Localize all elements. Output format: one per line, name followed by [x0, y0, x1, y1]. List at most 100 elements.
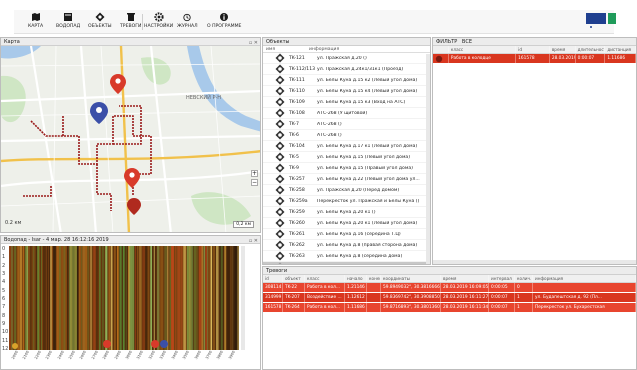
- filter-hscrollbar[interactable]: [433, 260, 636, 264]
- toolbar-waterfall-button[interactable]: ВОДОПАД: [56, 12, 80, 32]
- alarm-cell: Работа в кол...: [305, 303, 345, 312]
- alarms-column-header[interactable]: координаты: [381, 275, 441, 282]
- toolbar-alarms-button[interactable]: ТРЕВОГИ: [120, 12, 141, 32]
- object-info: ул. Белы Куна д.15 к3 (Вход на АТС): [317, 99, 406, 105]
- filter-column-header[interactable]: [433, 46, 449, 53]
- object-info: ул. Белы Куна д.15 (Левый угол дома): [317, 154, 411, 160]
- object-info: АТС-268 (У щитовой): [317, 110, 368, 116]
- alarm-cell: 59.8369742°, 30.3908850°: [383, 293, 441, 302]
- alarms-column-header[interactable]: объект: [283, 275, 305, 282]
- object-diamond-icon: [275, 86, 285, 96]
- filter-column-header[interactable]: id: [516, 46, 550, 53]
- object-row[interactable]: TK-262 ул. Белы Куна д.8 (правая сторона …: [263, 240, 430, 251]
- object-row[interactable]: TK-109 ул. Белы Куна д.15 к3 (Вход на АТС…: [263, 97, 430, 108]
- object-row[interactable]: TK-263 ул. Белы Куна д.8 (середина дома): [263, 251, 430, 262]
- object-row[interactable]: TK-104 ул. Белы Куна д.17 к1 (Левый угол …: [263, 141, 430, 152]
- filter-value[interactable]: ВСЕ: [462, 39, 472, 45]
- object-row[interactable]: TK-108 АТС-268 (У щитовой): [263, 108, 430, 119]
- toolbar-map-button[interactable]: КАРТА: [28, 12, 43, 32]
- object-row[interactable]: TK-5 ул. Белы Куна д.15 (Левый угол дома): [263, 152, 430, 163]
- toolbar-objects-button[interactable]: ОБЪЕКТЫ: [88, 12, 112, 32]
- map-canvas[interactable]: НЕВСКИЙ Р-Н: [1, 46, 261, 233]
- filter-column-header[interactable]: время: [550, 46, 576, 53]
- object-row[interactable]: TK-7 АТС-268 (): [263, 119, 430, 130]
- alarms-column-header[interactable]: id: [263, 275, 283, 282]
- object-info: Перекресток ул. Пражская и Белы Куна (): [317, 198, 420, 204]
- alarms-column-header[interactable]: время: [441, 275, 489, 282]
- alarm-cell: 0: [515, 283, 533, 292]
- alarm-row[interactable]: 314999 TK-207 Воздействие ... 1.12612 59.836…: [263, 293, 636, 303]
- alarms-icon: [126, 13, 135, 21]
- object-row[interactable]: TK-264Перекресток ул. Бухарестская и Бел…: [263, 262, 430, 264]
- filter-column-header[interactable]: дистанция: [605, 46, 636, 53]
- waterfall-y-tick: 1: [2, 254, 6, 261]
- waterfall-spectrogram[interactable]: [9, 246, 239, 350]
- filter-column-header[interactable]: класс: [449, 46, 517, 53]
- alarm-cell: TK-207: [283, 293, 305, 302]
- object-row[interactable]: TK-111 ул. Белы Куна д.15 к2 (Левый угол …: [263, 75, 430, 86]
- alarm-row[interactable]: 161578 TK-264 Работа в кол... 1.11686 59.871…: [263, 303, 636, 313]
- object-row[interactable]: TK-260 ул. Белы Куна д.20 к1 (Левый угол …: [263, 218, 430, 229]
- object-info: АТС-268 (): [317, 121, 342, 127]
- objects-table-header: имя информация: [263, 46, 430, 53]
- object-row[interactable]: TK-258 ул. Пражская д.20 (Перед домом): [263, 185, 430, 196]
- object-diamond-icon: [275, 64, 285, 74]
- map-panel: Карта ▫ ✕ НЕВСКИЙ Р-Н + − 0.2 км 0,2 км: [0, 37, 261, 233]
- objects-list: TK-121 ул. Пражская д.20 () TK-112/113 ул. …: [263, 53, 430, 264]
- object-code: TK-7: [289, 121, 299, 127]
- filter-row[interactable]: Работа в колодце 161578 28.03.2019 0:00:07 1…: [433, 54, 636, 64]
- panel-window-controls[interactable]: ▫ ✕: [249, 237, 258, 245]
- alarms-column-header[interactable]: интервал: [489, 275, 515, 282]
- filter-cell: 28.03.2019: [551, 54, 576, 63]
- alarms-title: Тревоги: [266, 268, 288, 274]
- waterfall-scrollbar[interactable]: [241, 246, 245, 350]
- object-code: TK-110: [289, 88, 305, 94]
- alarms-column-header[interactable]: начало: [345, 275, 367, 282]
- alarm-cell: 59.8949032°, 30.3816666°: [383, 283, 441, 292]
- toolbar-settings-button[interactable]: НАСТРОЙКИ: [144, 12, 173, 32]
- alarm-row[interactable]: 308114 TK-22 Работа в кол... 1.21146 59.8949…: [263, 283, 636, 293]
- object-code: TK-109: [289, 99, 305, 105]
- object-row[interactable]: TK-112/113 ул. Пражская д.24к1/31к1 (Прое…: [263, 64, 430, 75]
- object-code: TK-108: [289, 110, 305, 116]
- object-row[interactable]: TK-259a Перекресток ул. Пражская и Белы К…: [263, 196, 430, 207]
- object-row[interactable]: TK-257 ул. Белы Куна д.22 (Левый угол дом…: [263, 174, 430, 185]
- object-row[interactable]: TK-110 ул. Белы Куна д.15 к4 (Левый угол …: [263, 86, 430, 97]
- zoom-in-button[interactable]: +: [251, 170, 258, 177]
- object-diamond-icon: [275, 97, 285, 107]
- object-row[interactable]: TK-259 ул. Белы Куна д.20 к1 (): [263, 207, 430, 218]
- alarms-column-header[interactable]: класс: [305, 275, 345, 282]
- object-row[interactable]: TK-261 ул. Белы Куна д.16 (середина Т.Ц): [263, 229, 430, 240]
- object-info: ул. Белы Куна д.15 к4 (Левый угол дома): [317, 88, 418, 94]
- alarms-column-header[interactable]: информация: [533, 275, 636, 282]
- objects-col-info[interactable]: информация: [309, 46, 430, 52]
- object-code: TK-259: [289, 209, 305, 215]
- filter-column-header[interactable]: длительность: [576, 46, 606, 53]
- alarms-column-header[interactable]: конец: [367, 275, 381, 282]
- object-row[interactable]: TK-6 АТС-268 (): [263, 130, 430, 141]
- objects-col-name[interactable]: имя: [263, 46, 309, 52]
- alarms-panel: Тревоги id объект класс начало конец координа…: [262, 266, 637, 370]
- object-info: АТС-268 (): [317, 132, 342, 138]
- objects-scrollbar[interactable]: [426, 54, 430, 264]
- waterfall-x-tick: 2200: [33, 350, 42, 360]
- alarm-cell: Работа в кол...: [305, 283, 345, 292]
- object-row[interactable]: TK-121 ул. Пражская д.20 (): [263, 53, 430, 64]
- alarm-cell: Воздействие ...: [305, 293, 345, 302]
- alarm-cell: 28.03.2019 16:11:27: [443, 293, 489, 302]
- waterfall-event-marker-icon[interactable]: [12, 343, 18, 349]
- toolbar-about-button[interactable]: О ПРОГРАММЕ: [207, 12, 241, 32]
- filter-cell: 0:00:07: [576, 54, 606, 63]
- alarm-cell: 1: [515, 293, 533, 302]
- filter-cell: 161578: [516, 54, 550, 63]
- waterfall-event-marker-icon[interactable]: [151, 340, 159, 348]
- toolbar-journal-button[interactable]: ЖУРНАЛ: [177, 12, 198, 32]
- waterfall-event-marker-icon[interactable]: [160, 340, 168, 348]
- brand-logo-green: [608, 13, 616, 24]
- alarms-column-header[interactable]: колич.: [515, 275, 533, 282]
- waterfall-y-tick: 0: [2, 246, 6, 252]
- zoom-out-button[interactable]: −: [251, 179, 258, 186]
- object-row[interactable]: TK-9 ул. Белы Куна д.15 (Правый угол дома…: [263, 163, 430, 174]
- waterfall-event-marker-icon[interactable]: [103, 340, 111, 348]
- object-info: ул. Белы Куна д.15 к2 (Левый угол дома): [317, 77, 418, 83]
